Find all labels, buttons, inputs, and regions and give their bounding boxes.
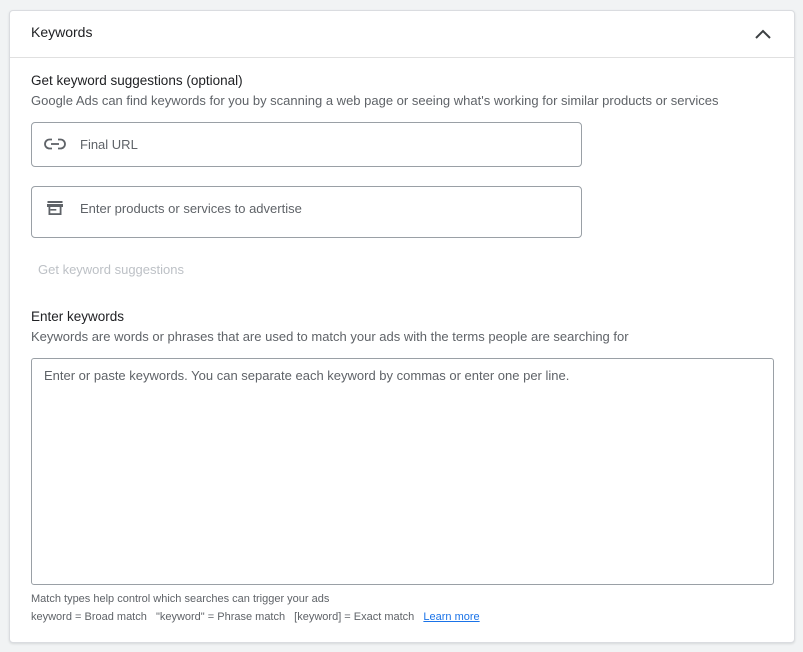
get-keyword-suggestions-button[interactable]: Get keyword suggestions bbox=[38, 262, 184, 277]
products-input[interactable] bbox=[80, 187, 570, 229]
card-title: Keywords bbox=[31, 24, 93, 40]
exact-match-label: [keyword] = Exact match bbox=[294, 611, 415, 623]
collapse-button[interactable] bbox=[749, 21, 777, 47]
keywords-card: Keywords Get keyword suggestions (option… bbox=[9, 10, 795, 643]
link-icon bbox=[44, 135, 66, 153]
suggestions-description: Google Ads can find keywords for you by … bbox=[31, 93, 719, 108]
products-field[interactable] bbox=[31, 186, 582, 238]
store-icon bbox=[44, 199, 66, 217]
suggestions-title: Get keyword suggestions (optional) bbox=[31, 73, 243, 88]
enter-keywords-description: Keywords are words or phrases that are u… bbox=[31, 329, 629, 344]
card-header[interactable]: Keywords bbox=[10, 11, 794, 58]
broad-match-label: keyword = Broad match bbox=[31, 611, 147, 623]
chevron-up-icon bbox=[755, 29, 771, 39]
learn-more-link[interactable]: Learn more bbox=[423, 611, 479, 623]
keywords-textarea[interactable] bbox=[32, 359, 773, 584]
keywords-textarea-container bbox=[31, 358, 774, 585]
final-url-input[interactable] bbox=[80, 123, 570, 166]
phrase-match-label: "keyword" = Phrase match bbox=[155, 611, 286, 623]
enter-keywords-title: Enter keywords bbox=[31, 309, 125, 324]
final-url-field[interactable] bbox=[31, 122, 582, 167]
match-types-note: Match types help control which searches … bbox=[31, 593, 330, 605]
match-types-legend: keyword = Broad match "keyword" = Phrase… bbox=[31, 611, 480, 623]
